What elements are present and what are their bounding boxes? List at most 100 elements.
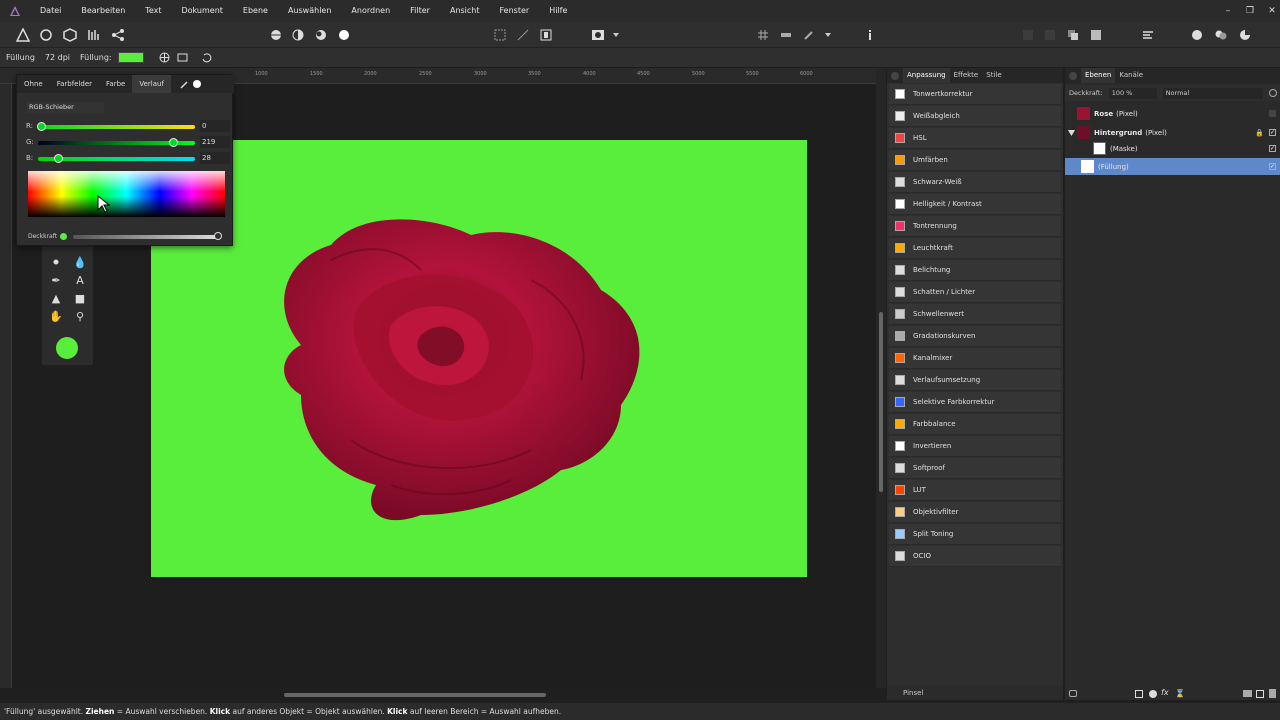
align-icon[interactable] (1140, 27, 1156, 43)
move-icon[interactable] (158, 51, 172, 65)
expand-arrow-icon[interactable] (1065, 129, 1077, 136)
arrange-forward-icon[interactable] (1065, 27, 1081, 43)
adjustment-item[interactable]: LUT (889, 480, 1061, 501)
adjustment-item[interactable]: Farbbalance (889, 414, 1061, 435)
color-spectrum[interactable] (28, 171, 225, 217)
pen-tool-icon[interactable]: ✒ (48, 272, 64, 288)
green-fill-background[interactable] (151, 140, 807, 577)
brush-panel-header[interactable]: Pinsel (887, 686, 1063, 700)
info-icon[interactable] (862, 27, 878, 43)
auto-colors-icon[interactable] (313, 27, 329, 43)
persona-liquify-icon[interactable] (38, 27, 54, 43)
persona-develop-icon[interactable] (62, 27, 78, 43)
red-slider-track[interactable] (38, 125, 195, 129)
menu-datei[interactable]: Datei (30, 0, 71, 22)
adjustment-item[interactable]: Schwarz-Weiß (889, 172, 1061, 193)
adjustment-item[interactable]: Leuchtkraft (889, 238, 1061, 259)
adjustment-item[interactable]: Belichtung (889, 260, 1061, 281)
tab-anpassung[interactable]: Anpassung (903, 68, 950, 83)
assistant-icon[interactable] (1189, 27, 1205, 43)
tab-kanaele[interactable]: Kanäle (1115, 68, 1147, 83)
opacity-slider-track[interactable] (73, 235, 219, 239)
adjustment-item[interactable]: Verlaufsumsetzung (889, 370, 1061, 391)
adjustment-item[interactable]: Schwellenwert (889, 304, 1061, 325)
layer-lock-icon[interactable] (1069, 690, 1077, 697)
persona-tonemap-icon[interactable] (86, 27, 102, 43)
magnet-dropdown-icon[interactable] (820, 27, 836, 43)
dropdown-arrow-icon[interactable] (608, 27, 624, 43)
auto-levels-icon[interactable] (268, 27, 284, 43)
auto-contrast-icon[interactable] (290, 27, 306, 43)
green-slider-knob[interactable] (168, 138, 178, 147)
color-picker-icon[interactable] (1237, 27, 1253, 43)
menu-fenster[interactable]: Fenster (490, 0, 540, 22)
layer-visibility-checkbox[interactable]: ✓ (1269, 129, 1276, 136)
brush-tool-icon[interactable]: ⚫ (48, 254, 64, 270)
minimize-icon[interactable]: – (1218, 0, 1238, 22)
adjustment-item[interactable]: Umfärben (889, 150, 1061, 171)
menu-filter[interactable]: Filter (400, 0, 440, 22)
vertical-scroll-thumb[interactable] (879, 312, 883, 492)
layer-row-fuellung[interactable]: (Füllung) ✓ (1065, 158, 1280, 175)
panel-menu-icon[interactable] (1069, 71, 1077, 80)
menu-hilfe[interactable]: Hilfe (539, 0, 577, 22)
persona-photo-icon[interactable] (15, 27, 31, 43)
blue-value-field[interactable]: 28 (200, 152, 230, 164)
app-logo-icon[interactable] (0, 0, 30, 22)
layer-visibility-checkbox[interactable] (1269, 110, 1276, 117)
fill-color-swatch[interactable] (117, 52, 144, 63)
adjustment-item[interactable]: Helligkeit / Kontrast (889, 194, 1061, 215)
delete-layer-icon[interactable] (1269, 689, 1276, 698)
horizontal-scroll-thumb[interactable] (284, 693, 546, 697)
arrange-backward-icon[interactable] (1042, 27, 1058, 43)
hand-tool-icon[interactable]: ✋ (48, 308, 64, 324)
boolean-icon[interactable] (1213, 27, 1229, 43)
adjustment-item[interactable]: Softproof (889, 458, 1061, 479)
opacity-slider-knob[interactable] (214, 232, 222, 240)
menu-anordnen[interactable]: Anordnen (341, 0, 400, 22)
tab-farbfelder[interactable]: Farbfelder (50, 75, 99, 93)
fx-icon[interactable]: fx (1161, 688, 1169, 697)
marquee-select-icon[interactable] (492, 27, 508, 43)
magnet-icon[interactable] (801, 27, 817, 43)
primary-color-well[interactable] (56, 337, 78, 359)
layer-row-hintergrund[interactable]: Hintergrund (Pixel) 🔒 ✓ (1065, 124, 1280, 141)
deselect-icon[interactable] (515, 27, 531, 43)
adjustment-item[interactable]: Tontrennung (889, 216, 1061, 237)
add-layer-icon[interactable] (1256, 690, 1264, 698)
adjustment-item[interactable]: Weißabgleich (889, 106, 1061, 127)
tab-effekte[interactable]: Effekte (950, 68, 983, 83)
fill-tool-icon[interactable]: ▲ (48, 290, 64, 306)
adjustment-item[interactable]: HSL (889, 128, 1061, 149)
close-icon[interactable]: ✕ (1262, 0, 1280, 22)
menu-ebene[interactable]: Ebene (233, 0, 278, 22)
menu-text[interactable]: Text (135, 0, 171, 22)
auto-white-balance-icon[interactable] (336, 27, 352, 43)
restore-icon[interactable]: ❐ (1240, 0, 1260, 22)
layer-row-rose[interactable]: Rose (Pixel) (1065, 105, 1280, 122)
tab-verlauf[interactable]: Verlauf (132, 75, 171, 93)
adjustment-item[interactable]: Selektive Farbkorrektur (889, 392, 1061, 413)
arrange-back-icon[interactable] (1020, 27, 1036, 43)
grid-icon[interactable] (755, 27, 771, 43)
adjustment-item[interactable]: Invertieren (889, 436, 1061, 457)
layer-visibility-checkbox[interactable]: ✓ (1269, 145, 1276, 152)
layer-opacity-field[interactable]: 100 % (1108, 87, 1157, 99)
invert-selection-icon[interactable] (538, 27, 554, 43)
lock-icon[interactable]: 🔒 (1255, 129, 1264, 137)
blue-slider-knob[interactable] (53, 154, 63, 163)
vertical-scrollbar[interactable] (876, 68, 886, 688)
panel-menu-icon[interactable] (891, 71, 899, 80)
adjustment-item[interactable]: Tonwertkorrektur (889, 84, 1061, 105)
layer-visibility-checkbox[interactable]: ✓ (1269, 163, 1276, 170)
white-dot-icon[interactable] (192, 80, 201, 88)
transform-icon[interactable] (176, 51, 190, 65)
add-mask-icon[interactable] (1135, 690, 1143, 698)
adjustment-item[interactable]: Gradationskurven (889, 326, 1061, 347)
eyedropper-icon[interactable] (179, 78, 191, 90)
horizontal-scrollbar[interactable] (12, 692, 876, 700)
red-slider-knob[interactable] (37, 122, 46, 131)
layer-settings-icon[interactable] (1268, 89, 1277, 97)
text-tool-icon[interactable]: A (72, 272, 88, 288)
rectangle-tool-icon[interactable]: ■ (72, 290, 88, 306)
